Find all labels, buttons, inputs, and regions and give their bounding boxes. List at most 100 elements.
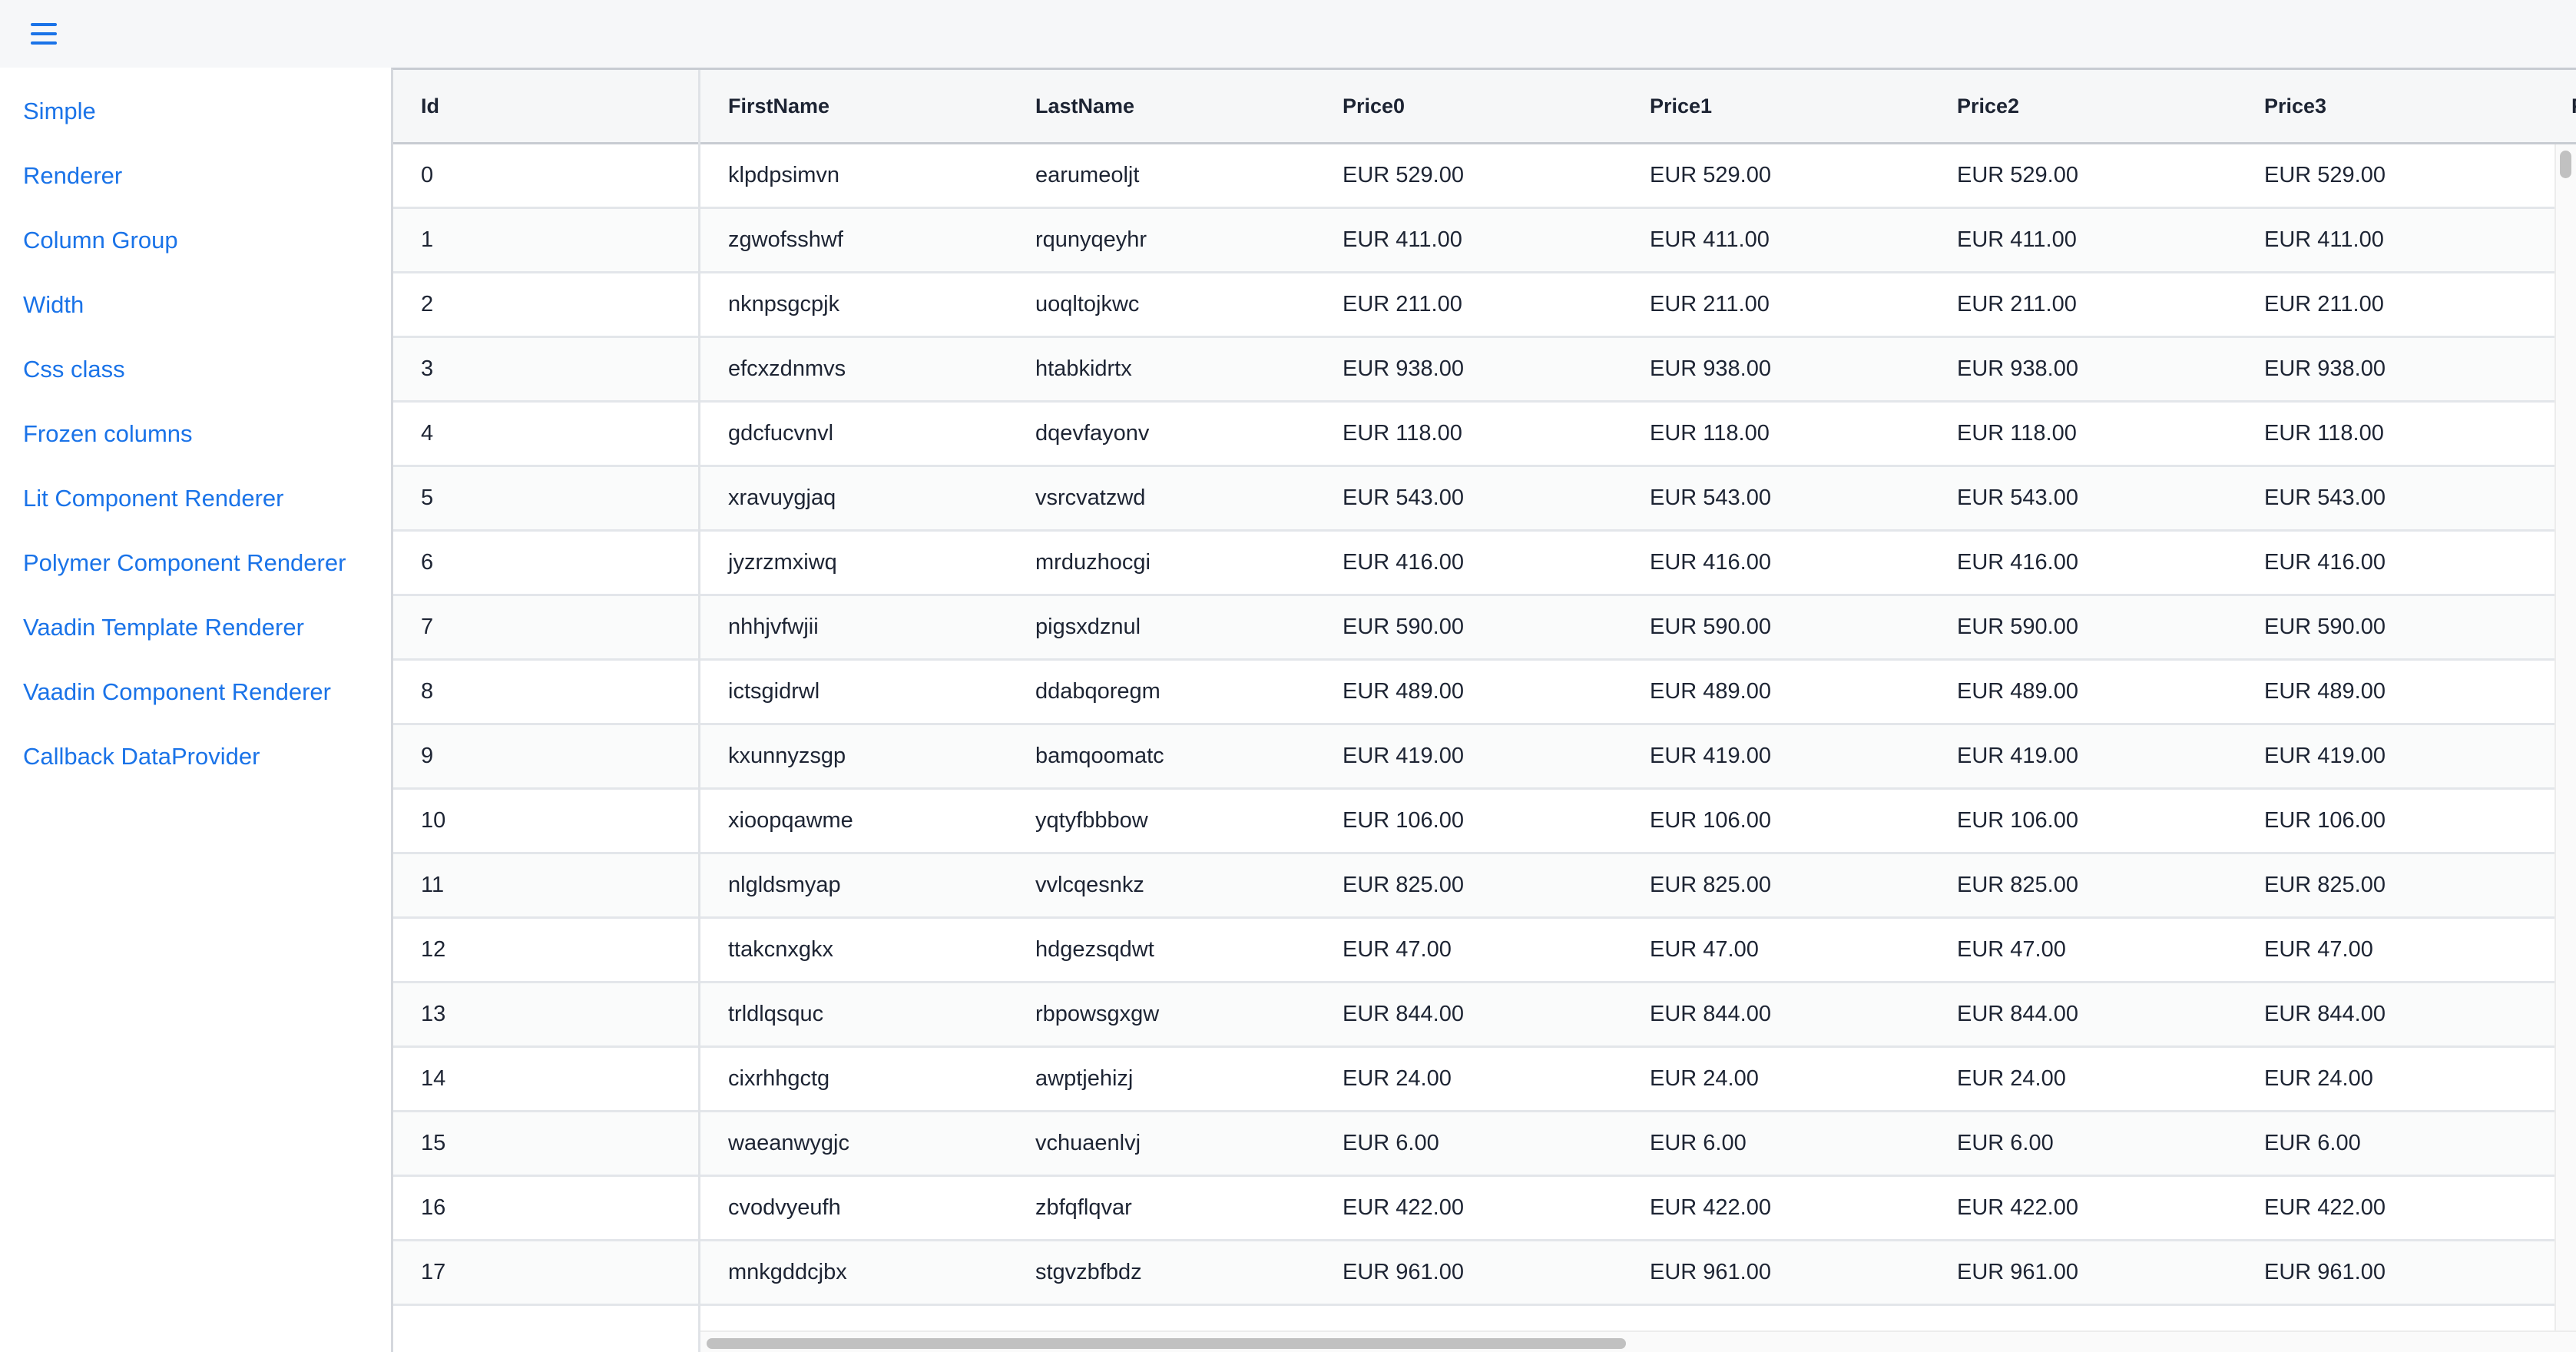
sidebar-item-vaadin-component-renderer[interactable]: Vaadin Component Renderer [23,677,331,707]
id-cell: 17 [421,1260,446,1284]
table-row[interactable]: 8 ictsgidrwl ddabqoregm EUR 489.00 EUR 489.0… [393,661,2576,725]
price3-cell: EUR 422.00 [2264,1195,2386,1220]
grid-header: Id FirstName LastName Price0 Price1 Price2 Pri… [393,70,2576,144]
price3-cell: EUR 416.00 [2264,550,2386,575]
price2-cell: EUR 211.00 [1957,292,2077,316]
price2-cell: EUR 844.00 [1957,1002,2078,1026]
price1-cell: EUR 529.00 [1650,163,1771,187]
first-name-cell: ictsgidrwl [728,679,820,704]
last-name-cell: bamqoomatc [1035,744,1164,768]
price0-cell: EUR 938.00 [1343,356,1464,381]
last-name-cell: rqunyqeyhr [1035,227,1147,252]
table-row[interactable]: 4 gdcfucvnvl dqevfayonv EUR 118.00 EUR 118.0… [393,403,2576,467]
sidebar-item-column-group[interactable]: Column Group [23,225,178,256]
first-name-cell: ttakcnxgkx [728,937,833,962]
first-name-cell: zgwofsshwf [728,227,843,252]
price3-cell: EUR 411.00 [2264,227,2384,252]
vertical-scrollbar[interactable] [2554,144,2576,1343]
price3-cell: EUR 419.00 [2264,744,2386,768]
price2-cell: EUR 961.00 [1957,1260,2078,1284]
id-cell: 5 [421,485,434,510]
table-row[interactable]: 2 nknpsgcpjk uoqltojkwc EUR 211.00 EUR 211.0… [393,273,2576,338]
column-header-lastname[interactable]: LastName [1008,70,1315,142]
price1-cell: EUR 416.00 [1650,550,1771,575]
price2-cell: EUR 411.00 [1957,227,2077,252]
table-row[interactable]: 5 xravuygjaq vsrcvatzwd EUR 543.00 EUR 543.0… [393,467,2576,532]
column-header-price1[interactable]: Price1 [1622,70,1929,142]
sidebar-item-lit-component-renderer[interactable]: Lit Component Renderer [23,483,283,514]
table-row[interactable]: 12 ttakcnxgkx hdgezsqdwt EUR 47.00 EUR 47.00… [393,919,2576,983]
price1-cell: EUR 106.00 [1650,808,1771,833]
price1-cell: EUR 590.00 [1650,615,1771,639]
sidebar-item-simple[interactable]: Simple [23,96,96,127]
price0-cell: EUR 211.00 [1343,292,1462,316]
sidebar-item-frozen-columns[interactable]: Frozen columns [23,419,193,449]
table-row[interactable]: 1 zgwofsshwf rqunyqeyhr EUR 411.00 EUR 411.0… [393,209,2576,273]
price0-cell: EUR 961.00 [1343,1260,1464,1284]
price0-cell: EUR 543.00 [1343,485,1464,510]
table-row[interactable]: 17 mnkgddcjbx stgvzbfbdz EUR 961.00 EUR 961.… [393,1241,2576,1306]
column-header-price3[interactable]: Price3 [2237,70,2544,142]
sidebar-item-renderer[interactable]: Renderer [23,161,122,191]
table-row[interactable]: 13 trldlqsquc rbpowsgxgw EUR 844.00 EUR 844.… [393,983,2576,1048]
table-row[interactable]: 6 jyzrzmxiwq mrduzhocgi EUR 416.00 EUR 416.0… [393,532,2576,596]
price3-cell: EUR 489.00 [2264,679,2386,704]
price1-cell: EUR 422.00 [1650,1195,1771,1220]
first-name-cell: nknpsgcpjk [728,292,840,316]
sidebar-item-polymer-component-renderer[interactable]: Polymer Component Renderer [23,548,346,578]
price2-cell: EUR 6.00 [1957,1131,2054,1155]
first-name-cell: klpdpsimvn [728,163,840,187]
column-header-price4[interactable]: Price4 [2544,70,2576,142]
horizontal-scrollbar[interactable] [700,1330,2576,1352]
first-name-cell: cvodvyeufh [728,1195,841,1220]
sidebar-item-css-class[interactable]: Css class [23,354,125,385]
price0-cell: EUR 416.00 [1343,550,1464,575]
price0-cell: EUR 411.00 [1343,227,1462,252]
table-row[interactable]: 3 efcxzdnmvs htabkidrtx EUR 938.00 EUR 938.0… [393,338,2576,403]
price0-cell: EUR 844.00 [1343,1002,1464,1026]
table-row[interactable]: 7 nhhjvfwjii pigsxdznul EUR 590.00 EUR 590.0… [393,596,2576,661]
id-cell: 15 [421,1131,446,1155]
sidebar-item-width[interactable]: Width [23,290,84,320]
last-name-cell: vvlcqesnkz [1035,873,1144,897]
price0-cell: EUR 24.00 [1343,1066,1452,1091]
hamburger-icon[interactable] [31,23,58,45]
last-name-cell: htabkidrtx [1035,356,1132,381]
last-name-cell: uoqltojkwc [1035,292,1140,316]
last-name-cell: ddabqoregm [1035,679,1161,704]
last-name-cell: earumeoljt [1035,163,1140,187]
horizontal-scrollbar-thumb[interactable] [707,1338,1626,1349]
id-cell: 14 [421,1066,446,1091]
price0-cell: EUR 419.00 [1343,744,1464,768]
id-cell: 3 [421,356,434,381]
table-row[interactable]: 10 xioopqawme yqtyfbbbow EUR 106.00 EUR 106.… [393,790,2576,854]
price1-cell: EUR 47.00 [1650,937,1759,962]
id-cell: 7 [421,615,434,639]
price1-cell: EUR 543.00 [1650,485,1771,510]
price3-cell: EUR 211.00 [2264,292,2384,316]
table-row[interactable]: 0 klpdpsimvn earumeoljt EUR 529.00 EUR 529.0… [393,144,2576,209]
column-header-price0[interactable]: Price0 [1315,70,1622,142]
table-row[interactable]: 9 kxunnyzsgp bamqoomatc EUR 419.00 EUR 419.0… [393,725,2576,790]
data-grid: Id FirstName LastName Price0 Price1 Price2 Pri… [391,68,2576,1352]
table-row[interactable]: 15 waeanwygjc vchuaenlvj EUR 6.00 EUR 6.00 EU… [393,1112,2576,1177]
price2-cell: EUR 529.00 [1957,163,2078,187]
table-row[interactable]: 16 cvodvyeufh zbfqflqvar EUR 422.00 EUR 422.… [393,1177,2576,1241]
column-header-firstname[interactable]: FirstName [700,70,1008,142]
column-header-id[interactable]: Id [393,70,700,142]
price1-cell: EUR 419.00 [1650,744,1771,768]
column-header-price2[interactable]: Price2 [1929,70,2237,142]
first-name-cell: waeanwygjc [728,1131,849,1155]
price2-cell: EUR 106.00 [1957,808,2078,833]
id-cell: 0 [421,163,434,187]
vertical-scrollbar-thumb[interactable] [2560,151,2571,178]
id-cell: 11 [421,873,445,897]
table-row[interactable]: 14 cixrhhgctg awptjehizj EUR 24.00 EUR 24.00… [393,1048,2576,1112]
price2-cell: EUR 590.00 [1957,615,2078,639]
table-row[interactable]: 11 nlgldsmyap vvlcqesnkz EUR 825.00 EUR 825.… [393,854,2576,919]
price2-cell: EUR 543.00 [1957,485,2078,510]
price1-cell: EUR 118.00 [1650,421,1770,446]
price3-cell: EUR 825.00 [2264,873,2386,897]
sidebar-item-callback-dataprovider[interactable]: Callback DataProvider [23,741,260,772]
sidebar-item-vaadin-template-renderer[interactable]: Vaadin Template Renderer [23,612,304,643]
